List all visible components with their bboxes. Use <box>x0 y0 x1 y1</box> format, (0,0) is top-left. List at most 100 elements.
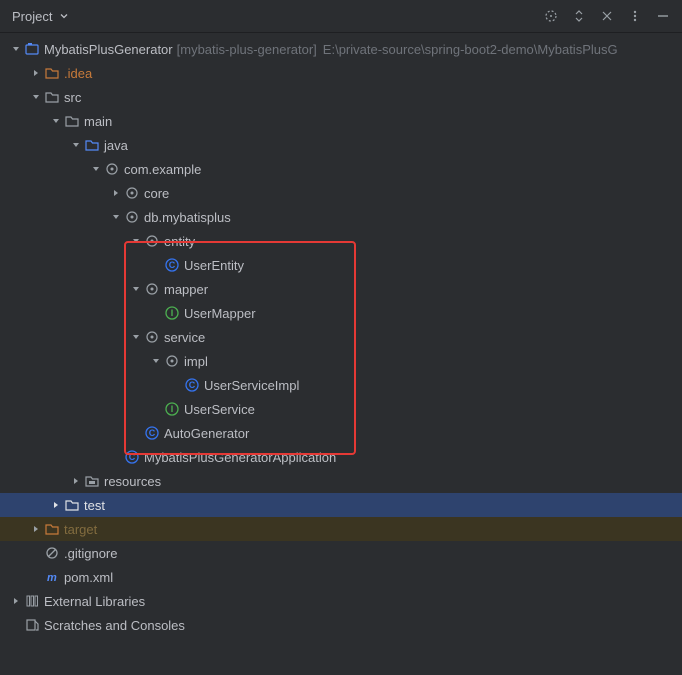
tree-row-core[interactable]: core <box>0 181 682 205</box>
package-icon <box>104 161 120 177</box>
tree-label: entity <box>164 234 195 249</box>
maven-icon: m <box>44 569 60 585</box>
tree-row-impl[interactable]: impl <box>0 349 682 373</box>
chevron-right-icon <box>28 521 44 537</box>
tree-label: src <box>64 90 81 105</box>
tree-label: test <box>84 498 105 513</box>
tree-label: mapper <box>164 282 208 297</box>
tree-row-main[interactable]: main <box>0 109 682 133</box>
chevron-down-icon <box>128 233 144 249</box>
chevron-down-icon <box>128 329 144 345</box>
tree-row-autogenerator[interactable]: C AutoGenerator <box>0 421 682 445</box>
chevron-right-icon <box>8 593 24 609</box>
tree-row-application[interactable]: C MybatisPlusGeneratorApplication <box>0 445 682 469</box>
panel-title: Project <box>12 9 52 24</box>
tree-row-service[interactable]: service <box>0 325 682 349</box>
tree-label: External Libraries <box>44 594 145 609</box>
tree-label: impl <box>184 354 208 369</box>
package-icon <box>124 185 140 201</box>
chevron-down-icon <box>108 209 124 225</box>
chevron-down-icon <box>128 281 144 297</box>
resources-folder-icon <box>84 473 100 489</box>
tree-row-target[interactable]: target <box>0 517 682 541</box>
chevron-down-icon <box>28 89 44 105</box>
tree-label: main <box>84 114 112 129</box>
tree-label: .idea <box>64 66 92 81</box>
chevron-down-icon <box>8 41 24 57</box>
tree-label: target <box>64 522 97 537</box>
collapse-all-icon[interactable] <box>600 9 614 23</box>
svg-text:C: C <box>149 428 156 438</box>
svg-text:C: C <box>129 452 136 462</box>
folder-icon <box>64 113 80 129</box>
tree-label: service <box>164 330 205 345</box>
svg-text:C: C <box>189 380 196 390</box>
vcs-label: [mybatis-plus-generator] <box>177 42 317 57</box>
expand-all-icon[interactable] <box>572 9 586 23</box>
svg-text:C: C <box>169 260 176 270</box>
package-icon <box>164 353 180 369</box>
tree-row-usermapper[interactable]: I UserMapper <box>0 301 682 325</box>
project-path: E:\private-source\spring-boot2-demo\Myba… <box>323 42 618 57</box>
chevron-down-icon <box>48 113 64 129</box>
tree-label: resources <box>104 474 161 489</box>
scratches-icon <box>24 617 40 633</box>
tree-row-userserviceimpl[interactable]: C UserServiceImpl <box>0 373 682 397</box>
project-name: MybatisPlusGenerator <box>44 42 173 57</box>
svg-text:I: I <box>171 404 174 414</box>
tree-row-package[interactable]: com.example <box>0 157 682 181</box>
folder-icon <box>44 521 60 537</box>
chevron-right-icon <box>28 65 44 81</box>
tree-row-resources[interactable]: resources <box>0 469 682 493</box>
tree-row-external[interactable]: External Libraries <box>0 589 682 613</box>
project-tree: MybatisPlusGenerator [mybatis-plus-gener… <box>0 33 682 641</box>
source-folder-icon <box>84 137 100 153</box>
chevron-down-icon <box>68 137 84 153</box>
svg-text:m: m <box>47 572 57 584</box>
tree-label: db.mybatisplus <box>144 210 231 225</box>
tree-label: pom.xml <box>64 570 113 585</box>
tree-label: UserEntity <box>184 258 244 273</box>
options-icon[interactable] <box>628 9 642 23</box>
chevron-down-icon <box>56 8 72 24</box>
chevron-right-icon <box>68 473 84 489</box>
tree-label: AutoGenerator <box>164 426 249 441</box>
interface-icon: I <box>164 401 180 417</box>
interface-icon: I <box>164 305 180 321</box>
panel-title-group[interactable]: Project <box>12 8 76 24</box>
chevron-right-icon <box>48 497 64 513</box>
tree-row-mapper[interactable]: mapper <box>0 277 682 301</box>
svg-text:I: I <box>171 308 174 318</box>
tree-label: MybatisPlusGeneratorApplication <box>144 450 336 465</box>
ignore-file-icon <box>44 545 60 561</box>
chevron-down-icon <box>148 353 164 369</box>
tree-row-idea[interactable]: .idea <box>0 61 682 85</box>
tree-row-scratches[interactable]: Scratches and Consoles <box>0 613 682 637</box>
package-icon <box>144 233 160 249</box>
class-icon: C <box>144 425 160 441</box>
tree-row-test[interactable]: test <box>0 493 682 517</box>
class-icon: C <box>124 449 140 465</box>
tree-label: java <box>104 138 128 153</box>
module-icon <box>24 41 40 57</box>
tree-row-userservice[interactable]: I UserService <box>0 397 682 421</box>
tree-row-project-root[interactable]: MybatisPlusGenerator [mybatis-plus-gener… <box>0 37 682 61</box>
tree-label: com.example <box>124 162 201 177</box>
select-opened-file-icon[interactable] <box>544 9 558 23</box>
tree-row-java[interactable]: java <box>0 133 682 157</box>
panel-header: Project <box>0 0 682 33</box>
package-icon <box>144 329 160 345</box>
folder-icon <box>44 65 60 81</box>
tree-row-entity[interactable]: entity <box>0 229 682 253</box>
tree-row-src[interactable]: src <box>0 85 682 109</box>
package-icon <box>144 281 160 297</box>
chevron-down-icon <box>88 161 104 177</box>
tree-row-userentity[interactable]: C UserEntity <box>0 253 682 277</box>
tree-row-gitignore[interactable]: .gitignore <box>0 541 682 565</box>
package-icon <box>124 209 140 225</box>
hide-icon[interactable] <box>656 9 670 23</box>
chevron-right-icon <box>108 185 124 201</box>
tree-row-db[interactable]: db.mybatisplus <box>0 205 682 229</box>
tree-label: UserService <box>184 402 255 417</box>
tree-row-pom[interactable]: m pom.xml <box>0 565 682 589</box>
